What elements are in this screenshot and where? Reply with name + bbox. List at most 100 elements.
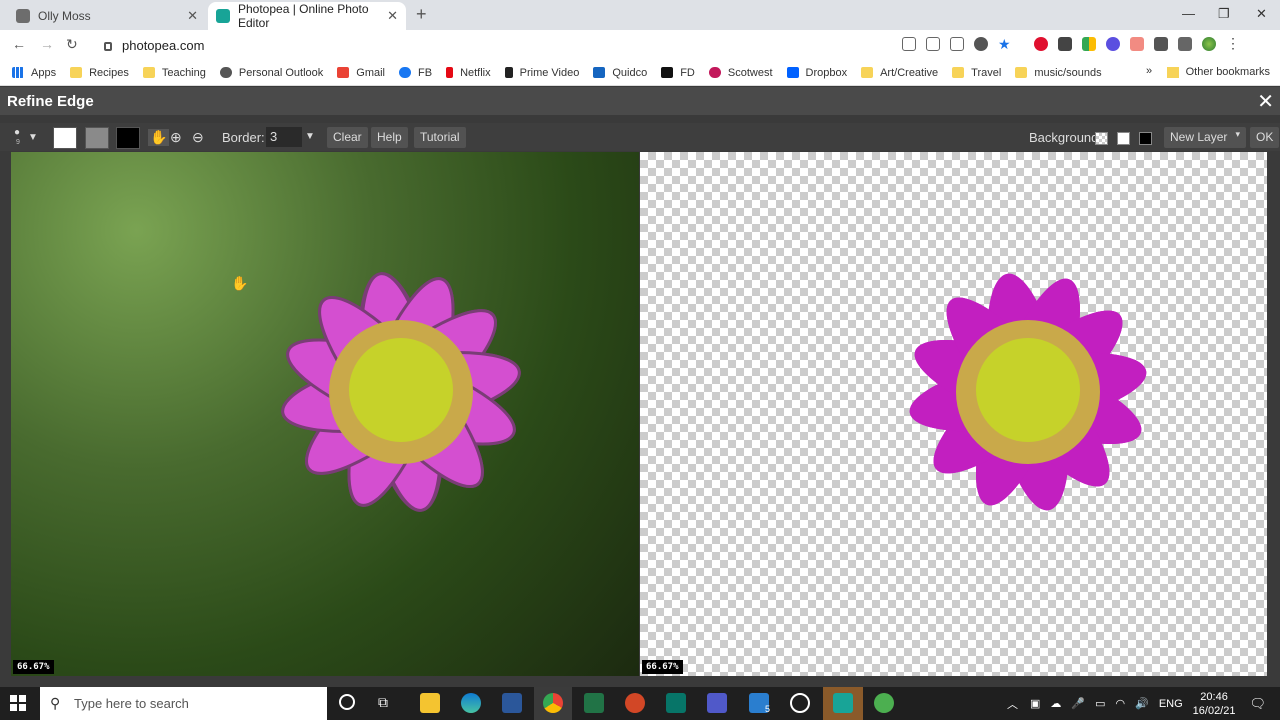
original-preview[interactable]: ✋ 66.67% bbox=[11, 152, 639, 676]
extension-b-icon[interactable] bbox=[1082, 37, 1096, 51]
volume-icon[interactable]: 🔊 bbox=[1135, 697, 1149, 710]
close-tab-icon[interactable]: ✕ bbox=[187, 8, 198, 24]
clear-button[interactable]: Clear bbox=[327, 127, 368, 148]
bookmark-fd[interactable]: FD bbox=[661, 67, 695, 79]
flower-cutout-image bbox=[909, 273, 1147, 511]
dell-icon[interactable] bbox=[790, 693, 810, 713]
teams-icon[interactable] bbox=[707, 693, 727, 713]
bookmark-art-creative[interactable]: Art/Creative bbox=[861, 67, 938, 79]
tab-photopea[interactable]: Photopea | Online Photo Editor ✕ bbox=[208, 2, 406, 30]
brush-black-swatch[interactable] bbox=[116, 127, 140, 149]
bookmark-prime-video[interactable]: Prime Video bbox=[504, 66, 580, 79]
border-input[interactable]: 3 bbox=[266, 127, 302, 147]
clock[interactable]: 20:46 16/02/21 bbox=[1193, 690, 1236, 718]
kebab-menu-icon[interactable]: ⋮ bbox=[1226, 36, 1240, 51]
language-indicator[interactable]: ENG bbox=[1159, 698, 1183, 710]
bookmark-label: Personal Outlook bbox=[238, 66, 324, 79]
bookmark-fb[interactable]: FB bbox=[399, 67, 432, 79]
background-white-option[interactable] bbox=[1117, 132, 1130, 145]
forward-icon[interactable]: → bbox=[40, 36, 54, 52]
close-tab-icon[interactable]: ✕ bbox=[387, 8, 398, 24]
battery-icon[interactable]: ▭ bbox=[1095, 697, 1105, 710]
new-tab-button[interactable]: + bbox=[416, 4, 427, 25]
hand-cursor-icon: ✋ bbox=[231, 275, 248, 291]
word-icon[interactable] bbox=[502, 693, 522, 713]
hand-tool-icon[interactable]: ✋ bbox=[148, 129, 170, 146]
greenshot-icon[interactable] bbox=[874, 693, 894, 713]
output-select[interactable]: New Layer ▾ bbox=[1164, 127, 1246, 148]
folder-icon bbox=[952, 67, 965, 78]
task-view-icon[interactable]: ⧉ bbox=[378, 694, 388, 711]
onedrive-icon[interactable]: ☁ bbox=[1050, 697, 1061, 710]
bookmark-personal-outlook[interactable]: Personal Outlook bbox=[219, 66, 324, 79]
zoom-out-icon[interactable]: ⊖ bbox=[192, 129, 204, 146]
excel-icon[interactable] bbox=[584, 693, 604, 713]
minimize-icon[interactable]: — bbox=[1182, 6, 1195, 21]
opera-icon[interactable] bbox=[1034, 37, 1048, 51]
puzzle-icon[interactable] bbox=[1154, 37, 1168, 51]
dialog-titlebar: Refine Edge ✕ bbox=[0, 87, 1280, 115]
close-dialog-icon[interactable]: ✕ bbox=[1257, 89, 1274, 114]
bookmark-quidco[interactable]: Quidco bbox=[593, 67, 647, 79]
eye-off-icon[interactable] bbox=[974, 37, 988, 51]
notifications-icon[interactable]: 🗨 bbox=[1249, 696, 1266, 712]
bookmark-label: Scotwest bbox=[727, 66, 773, 79]
maximize-icon[interactable]: ❐ bbox=[1218, 6, 1230, 22]
clock-time: 20:46 bbox=[1200, 690, 1228, 703]
folder-icon bbox=[861, 67, 874, 78]
download-icon[interactable] bbox=[926, 37, 940, 51]
extension-a-icon[interactable] bbox=[1058, 37, 1072, 51]
microphone-icon[interactable]: 🎤 bbox=[1071, 697, 1085, 710]
page-icon[interactable] bbox=[950, 37, 964, 51]
border-dropdown-icon[interactable]: ▼ bbox=[305, 131, 315, 142]
edge-icon[interactable] bbox=[461, 693, 481, 713]
star-icon[interactable]: ★ bbox=[998, 37, 1012, 51]
bookmark-label: Dropbox bbox=[805, 66, 848, 79]
wifi-icon[interactable]: ◠ bbox=[1116, 697, 1126, 710]
olly-moss-favicon-icon bbox=[16, 9, 30, 23]
taskbar-search-box[interactable]: ⚲ Type here to search bbox=[40, 687, 327, 720]
cortana-icon[interactable] bbox=[339, 694, 355, 710]
other-bookmarks[interactable]: Other bookmarks bbox=[1166, 66, 1270, 78]
tray-chevron-up-icon[interactable]: ︿ bbox=[1007, 696, 1018, 712]
url-field[interactable]: photopea.com bbox=[96, 34, 886, 56]
avatar[interactable] bbox=[1202, 37, 1216, 51]
bookmark-label: Prime Video bbox=[519, 66, 580, 79]
powerpoint-icon[interactable] bbox=[625, 693, 645, 713]
back-icon[interactable]: ← bbox=[12, 36, 26, 52]
zoom-in-icon[interactable]: ⊕ bbox=[170, 129, 182, 146]
bookmark-music-sounds[interactable]: music/sounds bbox=[1015, 67, 1102, 79]
brush-dropdown-icon[interactable]: ▼ bbox=[28, 132, 38, 143]
clipboard-icon[interactable] bbox=[902, 37, 916, 51]
bookmark-dropbox[interactable]: Dropbox bbox=[786, 66, 848, 79]
tutorial-button[interactable]: Tutorial bbox=[414, 127, 466, 148]
bookmark-apps[interactable]: Apps bbox=[12, 67, 56, 79]
reload-icon[interactable]: ↻ bbox=[66, 36, 78, 53]
brush-white-swatch[interactable] bbox=[53, 127, 77, 149]
extension-c-icon[interactable] bbox=[1106, 37, 1120, 51]
publisher-icon[interactable] bbox=[666, 693, 686, 713]
bookmarks-overflow-button[interactable]: » bbox=[1146, 65, 1152, 77]
bookmark-scotwest[interactable]: Scotwest bbox=[708, 66, 773, 79]
playlist-icon[interactable] bbox=[1178, 37, 1192, 51]
extension-d-icon[interactable] bbox=[1130, 37, 1144, 51]
tray-app-icon[interactable]: ▣ bbox=[1030, 697, 1040, 710]
result-preview[interactable]: 66.67% bbox=[640, 152, 1267, 676]
lock-icon bbox=[104, 41, 112, 51]
windows-start-icon[interactable] bbox=[10, 695, 26, 711]
tab-olly-moss[interactable]: Olly Moss ✕ bbox=[8, 2, 206, 30]
brush-gray-swatch[interactable] bbox=[85, 127, 109, 149]
file-explorer-icon[interactable] bbox=[420, 693, 440, 713]
bookmark-gmail[interactable]: Gmail bbox=[337, 67, 385, 79]
bookmark-teaching[interactable]: Teaching bbox=[142, 67, 206, 79]
help-button[interactable]: Help bbox=[371, 127, 408, 148]
close-window-icon[interactable]: ✕ bbox=[1256, 6, 1267, 22]
bookmark-recipes[interactable]: Recipes bbox=[70, 67, 129, 79]
background-black-option[interactable] bbox=[1139, 132, 1152, 145]
ok-button[interactable]: OK bbox=[1250, 127, 1280, 148]
brush-preset-icon[interactable]: ● bbox=[14, 127, 20, 138]
vertical-scrollbar[interactable] bbox=[1268, 152, 1280, 676]
background-transparent-option[interactable] bbox=[1095, 132, 1108, 145]
bookmark-netflix[interactable]: Netflix bbox=[446, 67, 491, 79]
bookmark-travel[interactable]: Travel bbox=[952, 67, 1001, 79]
